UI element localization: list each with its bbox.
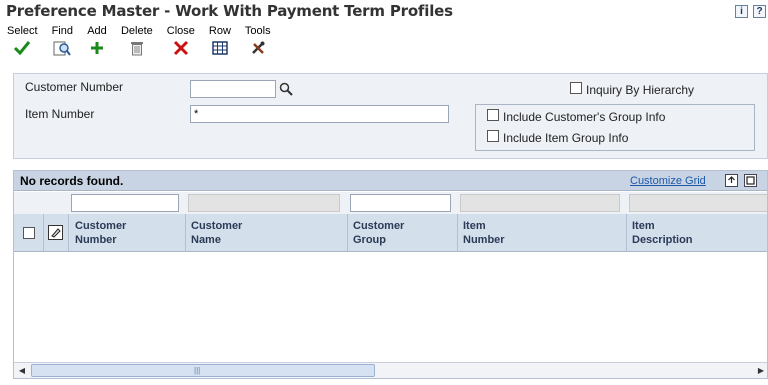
- title-icons: i ?: [735, 5, 766, 18]
- include-item-group-label: Include Item Group Info: [503, 131, 629, 145]
- find-button[interactable]: Find: [45, 24, 80, 60]
- scroll-right-icon[interactable]: ▶: [754, 364, 767, 377]
- delete-label: Delete: [120, 25, 153, 37]
- close-button[interactable]: Close: [160, 24, 202, 60]
- page-title: Preference Master - Work With Payment Te…: [6, 2, 453, 20]
- column-customer-group-line2: Group: [353, 234, 386, 246]
- add-button[interactable]: Add: [80, 24, 114, 60]
- info-icon[interactable]: i: [735, 5, 748, 18]
- qbe-item-number: [460, 194, 620, 212]
- select-button[interactable]: Select: [0, 24, 45, 60]
- tools-icon: [248, 38, 268, 58]
- qbe-row: [14, 192, 767, 214]
- customer-number-input[interactable]: [190, 80, 276, 98]
- item-number-label: Item Number: [25, 107, 95, 121]
- row-button[interactable]: Row: [202, 24, 238, 60]
- grid-column-headers: Customer Number Customer Name Customer G…: [14, 214, 767, 252]
- include-customer-group-checkbox[interactable]: [487, 109, 499, 121]
- close-label: Close: [166, 25, 195, 37]
- edit-row-icon[interactable]: [48, 225, 63, 243]
- grid-header-bar: No records found. Customize Grid: [14, 171, 767, 191]
- column-item-description[interactable]: Item Description: [632, 219, 693, 247]
- qbe-customer-group[interactable]: [350, 194, 451, 212]
- results-grid: No records found. Customize Grid Custome…: [13, 170, 768, 379]
- column-customer-number-line1: Customer: [75, 220, 127, 232]
- select-all-checkbox[interactable]: [23, 227, 35, 239]
- column-customer-group-line1: Customer: [353, 220, 405, 232]
- maximize-icon[interactable]: [744, 174, 757, 187]
- inquiry-by-hierarchy-checkbox[interactable]: [570, 82, 582, 94]
- column-customer-number[interactable]: Customer Number: [75, 219, 126, 247]
- scrollbar-grip: |||: [194, 366, 201, 375]
- customize-grid-link[interactable]: Customize Grid: [630, 175, 706, 187]
- scroll-left-icon[interactable]: ◀: [15, 364, 29, 377]
- column-item-number-line2: Number: [463, 234, 505, 246]
- column-item-number-line1: Item: [463, 220, 486, 232]
- item-number-input[interactable]: [190, 105, 449, 123]
- group-info-box: Include Customer's Group Info Include It…: [475, 104, 755, 151]
- toolbar: Select Find Add Delete Close Row Tools: [0, 24, 278, 60]
- qbe-item-description: [629, 194, 767, 212]
- help-icon[interactable]: ?: [753, 5, 766, 18]
- include-item-group-checkbox[interactable]: [487, 130, 499, 142]
- grid-status-message: No records found.: [20, 174, 124, 188]
- x-icon: [171, 38, 191, 58]
- plus-icon: [87, 38, 107, 58]
- column-item-description-line2: Description: [632, 234, 693, 246]
- column-customer-name-line2: Name: [191, 234, 221, 246]
- horizontal-scrollbar[interactable]: ◀ ||| ▶: [14, 362, 767, 378]
- delete-button[interactable]: Delete: [114, 24, 160, 60]
- select-label: Select: [7, 25, 38, 37]
- column-customer-name-line1: Customer: [191, 220, 243, 232]
- tools-label: Tools: [244, 25, 271, 37]
- column-customer-group[interactable]: Customer Group: [353, 219, 404, 247]
- find-label: Find: [51, 25, 73, 37]
- customer-number-label: Customer Number: [25, 80, 124, 94]
- column-customer-name[interactable]: Customer Name: [191, 219, 242, 247]
- add-label: Add: [87, 25, 107, 37]
- inquiry-by-hierarchy-label: Inquiry By Hierarchy: [586, 83, 695, 97]
- search-icon[interactable]: [279, 82, 293, 99]
- qbe-customer-name: [188, 194, 340, 212]
- search-criteria-panel: Customer Number Item Number Inquiry By H…: [13, 73, 768, 159]
- column-item-description-line1: Item: [632, 220, 655, 232]
- scrollbar-thumb[interactable]: |||: [31, 364, 375, 377]
- row-label: Row: [208, 25, 231, 37]
- trash-icon: [127, 38, 147, 58]
- tools-button[interactable]: Tools: [238, 24, 278, 60]
- grid-icon: [210, 38, 230, 58]
- find-icon: [52, 38, 72, 58]
- include-customer-group-label: Include Customer's Group Info: [503, 110, 666, 124]
- qbe-customer-number[interactable]: [71, 194, 179, 212]
- checkmark-icon: [12, 38, 32, 58]
- export-icon[interactable]: [725, 174, 738, 187]
- column-item-number[interactable]: Item Number: [463, 219, 505, 247]
- column-customer-number-line2: Number: [75, 234, 117, 246]
